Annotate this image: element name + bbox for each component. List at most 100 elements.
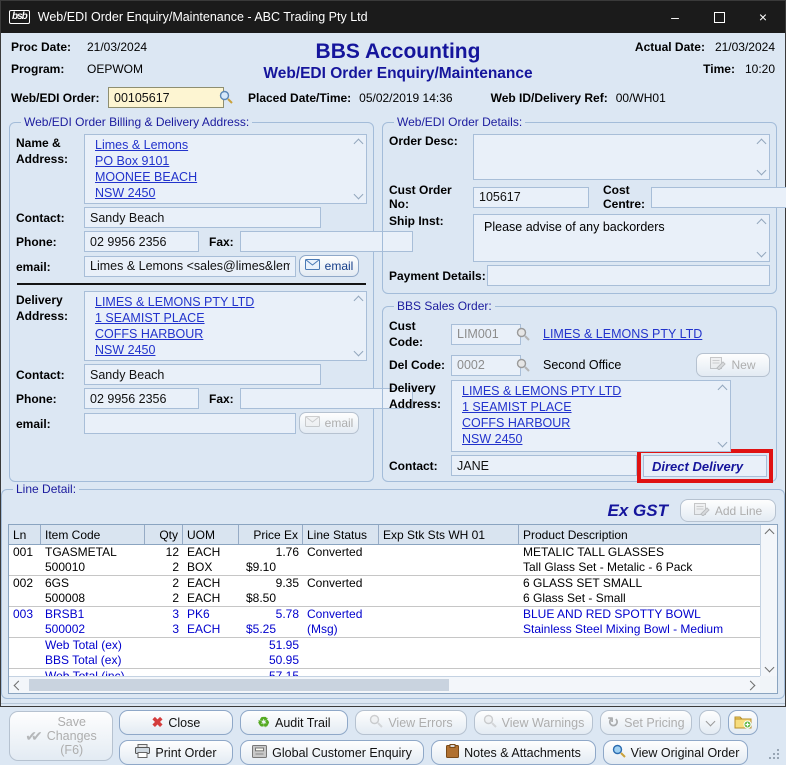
group-order-details: Web/EDI Order Details: Order Desc: Cust … — [382, 115, 777, 294]
actual-date-label: Actual Date: — [635, 40, 705, 54]
view-original-order-button[interactable]: View Original Order — [603, 740, 748, 765]
total-value: 50.95 — [239, 653, 303, 668]
billing-email-button[interactable]: email — [299, 255, 359, 277]
table-row[interactable]: 0026GS2EACH9.35Converted6 GLASS SET SMAL… — [9, 575, 760, 591]
scroll-down-icon[interactable] — [757, 166, 767, 176]
billing-phone-input[interactable] — [84, 231, 199, 252]
scroll-down-icon[interactable] — [764, 663, 774, 673]
proc-date-value: 21/03/2024 — [87, 40, 147, 54]
bbs-delivery-link[interactable]: NSW 2450 — [462, 431, 522, 447]
ship-inst-label: Ship Inst: — [389, 214, 473, 228]
scroll-up-icon[interactable] — [764, 529, 774, 539]
time-label: Time: — [703, 62, 735, 76]
billing-address-link[interactable]: NSW 2450 — [95, 185, 155, 201]
total-value: 57.15 — [239, 669, 303, 676]
delivery-contact-input[interactable] — [84, 364, 321, 385]
app-logo-icon: bsb — [9, 10, 30, 24]
billing-address-link[interactable]: PO Box 9101 — [95, 153, 169, 169]
delivery-address-link[interactable]: 1 SEAMIST PLACE — [95, 310, 205, 326]
cell-qty: 3 — [145, 607, 183, 622]
billing-email-input[interactable] — [84, 256, 296, 277]
delivery-fax-label: Fax: — [209, 392, 234, 406]
audit-trail-button[interactable]: ♻Audit Trail — [240, 710, 348, 735]
delivery-phone-input[interactable] — [84, 388, 199, 409]
table-row[interactable]: 001TGASMETAL12EACH1.76ConvertedMETALIC T… — [9, 545, 760, 560]
scroll-down-icon[interactable] — [718, 438, 728, 448]
billing-address-box: Limes & Lemons PO Box 9101 MOONEE BEACH … — [84, 134, 367, 204]
cell-qty: 12 — [145, 545, 183, 560]
delivery-contact-label: Contact: — [16, 366, 84, 383]
maximize-button[interactable] — [697, 1, 741, 33]
bbs-delivery-link[interactable]: COFFS HARBOUR — [462, 415, 570, 431]
bbs-delivery-link[interactable]: LIMES & LEMONS PTY LTD — [462, 383, 621, 399]
close-window-button[interactable]: × — [741, 1, 785, 33]
delivery-email-label: email: — [16, 415, 84, 432]
header: Proc Date:21/03/2024 Program:OEPWOM BBS … — [1, 33, 785, 86]
billing-address-link[interactable]: Limes & Lemons — [95, 137, 188, 153]
cust-order-no-input[interactable] — [473, 187, 589, 208]
scroll-down-icon[interactable] — [354, 347, 364, 357]
webedi-order-input[interactable] — [108, 87, 224, 108]
scroll-down-icon[interactable] — [354, 190, 364, 200]
scroll-right-icon[interactable] — [746, 680, 756, 690]
cost-centre-input[interactable] — [651, 187, 786, 208]
group-billing-delivery: Web/EDI Order Billing & Delivery Address… — [9, 115, 374, 482]
billing-contact-label: Contact: — [16, 209, 84, 226]
delivery-address-link[interactable]: NSW 2450 — [95, 342, 155, 358]
cell-ln — [9, 591, 41, 606]
scroll-up-icon[interactable] — [757, 139, 767, 149]
delivery-address-link[interactable]: LIMES & LEMONS PTY LTD — [95, 294, 254, 310]
scroll-down-icon[interactable] — [757, 248, 767, 258]
section-divider — [17, 283, 366, 285]
resize-grip[interactable] — [769, 749, 781, 761]
print-order-button[interactable]: Print Order — [119, 740, 233, 765]
billing-address-link[interactable]: MOONEE BEACH — [95, 169, 197, 185]
table-row[interactable]: 5000102BOX$9.10Tall Glass Set - Metalic … — [9, 560, 760, 575]
delivery-address-link[interactable]: COFFS HARBOUR — [95, 326, 203, 342]
table-row[interactable]: 5000082EACH$8.506 Glass Set - Small — [9, 591, 760, 606]
billing-contact-input[interactable] — [84, 207, 321, 228]
order-search-icon[interactable] — [219, 90, 233, 107]
app-window: bsb Web/EDI Order Enquiry/Maintenance - … — [0, 0, 786, 707]
ship-inst-box[interactable]: Please advise of any backorders — [473, 214, 770, 262]
table-row[interactable]: 003BRSB13PK65.78ConvertedBLUE AND RED SP… — [9, 606, 760, 622]
double-check-icon: ✔✔ — [25, 728, 42, 745]
table-row[interactable]: 5000023EACH$5.25(Msg)Stainless Steel Mix… — [9, 622, 760, 637]
red-x-icon: ✖ — [152, 714, 164, 731]
cell-description: Stainless Steel Mixing Bowl - Medium — [519, 622, 760, 637]
minimize-button[interactable]: – — [653, 1, 697, 33]
scroll-up-icon[interactable] — [718, 385, 728, 395]
email-icon — [305, 416, 320, 430]
open-folder-button[interactable] — [728, 710, 758, 735]
scroll-up-icon[interactable] — [354, 296, 364, 306]
folder-add-icon — [734, 714, 752, 732]
scroll-up-icon[interactable] — [757, 219, 767, 229]
col-header-line-status: Line Status — [303, 525, 379, 544]
notes-attachments-button[interactable]: Notes & Attachments — [431, 740, 596, 765]
payment-details-input[interactable] — [487, 265, 770, 286]
global-customer-enquiry-button[interactable]: Global Customer Enquiry — [240, 740, 424, 765]
group-line-detail: Line Detail: Ex GST Add Line Ln Item Cod… — [1, 482, 785, 699]
scroll-up-icon[interactable] — [354, 139, 364, 149]
cust-name-link[interactable]: LIMES & LEMONS PTY LTD — [543, 327, 702, 341]
scrollbar-thumb[interactable] — [29, 679, 449, 691]
cell-uom: PK6 — [183, 607, 239, 622]
group-bbs-sales-order-title: BBS Sales Order: — [394, 299, 495, 313]
cell-ln — [9, 560, 41, 575]
order-desc-box[interactable] — [473, 134, 770, 180]
header-right: Actual Date:21/03/2024 Time:10:20 — [560, 40, 775, 84]
cell-price-ex: $8.50 — [239, 591, 303, 606]
delivery-address-box: LIMES & LEMONS PTY LTD 1 SEAMIST PLACE C… — [84, 291, 367, 361]
bbs-contact-input[interactable] — [451, 455, 637, 476]
web-id-label: Web ID/Delivery Ref: — [491, 91, 608, 105]
close-button[interactable]: ✖Close — [119, 710, 233, 735]
table-vertical-scrollbar[interactable] — [760, 525, 777, 676]
cell-item-code: 500010 — [41, 560, 145, 575]
cell-exp-stk — [379, 622, 519, 637]
bbs-delivery-link[interactable]: 1 SEAMIST PLACE — [462, 399, 572, 415]
clipboard-icon — [446, 744, 459, 761]
table-horizontal-scrollbar[interactable] — [9, 676, 760, 693]
delivery-email-input[interactable] — [84, 413, 296, 434]
col-header-price-ex: Price Ex — [239, 525, 303, 544]
scroll-left-icon[interactable] — [14, 680, 24, 690]
